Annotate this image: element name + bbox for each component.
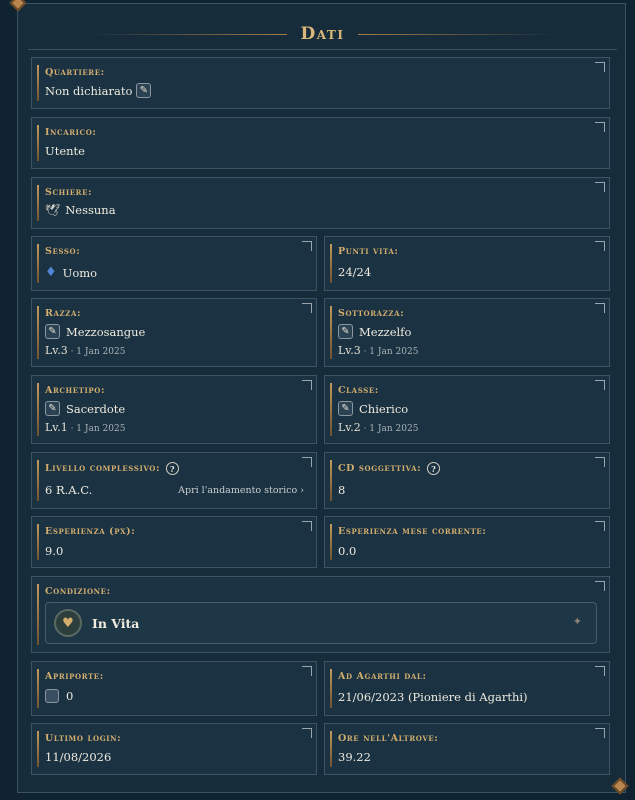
classe-card: Classe: ✎ Chierico Lv.2 · 1 Jan 2025	[324, 375, 610, 444]
archetipo-card: Archetipo: ✎ Sacerdote Lv.1 · 1 Jan 2025	[31, 375, 317, 444]
cd-label-row: CD soggettiva: ?	[338, 462, 441, 475]
apriporte-value: 0	[66, 689, 74, 703]
sottorazza-value: Mezzelfo	[359, 324, 412, 339]
apriporte-label: Apriporte:	[45, 671, 104, 682]
quartiere-card: Quartiere: Non dichiarato ✎	[31, 57, 610, 109]
razza-level: Lv.3	[45, 344, 68, 357]
ore-label: Ore nell'Altrove:	[338, 733, 439, 744]
header-divider-left	[86, 33, 287, 35]
punti-vita-value: 24/24	[338, 265, 372, 279]
header-rule	[28, 49, 617, 50]
schiere-card: Schiere: 🕊 Nessuna	[31, 177, 610, 229]
sottorazza-level: Lv.3	[338, 344, 361, 357]
data-panel: Dati Quartiere: Non dichiarato ✎ Incaric…	[17, 3, 626, 793]
pencil-icon[interactable]: ✎	[338, 401, 353, 416]
apriporte-card: Apriporte: 0	[31, 661, 317, 716]
livello-label-row: Livello complessivo: ?	[45, 462, 180, 475]
livello-label: Livello complessivo:	[45, 463, 161, 474]
esperienza-value: 9.0	[45, 544, 64, 558]
incarico-card: Incarico: Utente	[31, 117, 610, 169]
condizione-label: Condizione:	[45, 586, 111, 597]
esperienza-mese-label: Esperienza mese corrente:	[338, 526, 487, 537]
classe-label: Classe:	[338, 385, 379, 396]
archetipo-value: Sacerdote	[66, 401, 126, 416]
pencil-icon[interactable]: ✎	[136, 83, 152, 98]
sottorazza-level-row: Lv.3 · 1 Jan 2025	[338, 344, 418, 357]
archetipo-value-row: ✎ Sacerdote	[45, 401, 125, 416]
esperienza-mese-card: Esperienza mese corrente: 0.0	[324, 516, 610, 568]
punti-vita-label: Punti vita:	[338, 246, 399, 257]
classe-value-row: ✎ Chierico	[338, 401, 408, 416]
classe-level: Lv.2	[338, 421, 361, 434]
question-icon[interactable]: ?	[166, 462, 180, 475]
sparkle-icon: ✦	[572, 615, 582, 628]
razza-value-row: ✎ Mezzosangue	[45, 324, 145, 339]
sottorazza-value-row: ✎ Mezzelfo	[338, 324, 411, 339]
classe-level-row: Lv.2 · 1 Jan 2025	[338, 421, 418, 434]
incarico-value: Utente	[45, 144, 85, 158]
login-label: Ultimo login:	[45, 733, 122, 744]
sottorazza-date: · 1 Jan 2025	[360, 347, 419, 357]
bird-icon: 🕊	[45, 203, 61, 217]
punti-vita-card: Punti vita: 24/24	[324, 236, 610, 291]
login-card: Ultimo login: 11/08/2026	[31, 723, 317, 775]
schiere-value: Nessuna	[65, 203, 116, 217]
incarico-label: Incarico:	[45, 127, 97, 138]
cd-value: 8	[338, 483, 346, 497]
agarthi-card: Ad Agarthi dal: 21/06/2023 (Pioniere di …	[324, 661, 610, 716]
livello-value: 6 R.A.C.	[45, 483, 93, 497]
sesso-card: Sesso: ♦ Uomo	[31, 236, 317, 291]
apriporte-checkbox[interactable]	[45, 689, 59, 703]
panel-header: Dati	[18, 18, 627, 50]
header-divider-right	[358, 33, 559, 35]
condizione-value: In Vita	[92, 615, 140, 631]
razza-card: Razza: ✎ Mezzosangue Lv.3 · 1 Jan 2025	[31, 298, 317, 367]
agarthi-label: Ad Agarthi dal:	[338, 671, 427, 682]
heart-icon: ♥	[54, 609, 82, 637]
pencil-icon[interactable]: ✎	[45, 401, 60, 416]
razza-date: · 1 Jan 2025	[67, 347, 126, 357]
razza-level-row: Lv.3 · 1 Jan 2025	[45, 344, 125, 357]
quartiere-value-row: Non dichiarato ✎	[45, 83, 152, 98]
esperienza-label: Esperienza (px):	[45, 526, 136, 537]
agarthi-value: 21/06/2023 (Pioniere di Agarthi)	[338, 690, 528, 704]
esperienza-card: Esperienza (px): 9.0	[31, 516, 317, 568]
ore-value: 39.22	[338, 750, 371, 764]
razza-label: Razza:	[45, 308, 82, 319]
archetipo-date: · 1 Jan 2025	[67, 424, 126, 434]
sesso-label: Sesso:	[45, 246, 81, 257]
question-icon[interactable]: ?	[427, 462, 441, 475]
page-title: Dati	[300, 24, 345, 44]
gem-icon: ♦	[45, 265, 57, 280]
esperienza-mese-value: 0.0	[338, 544, 357, 558]
login-value: 11/08/2026	[45, 750, 112, 764]
sesso-value-row: ♦ Uomo	[45, 265, 97, 280]
quartiere-label: Quartiere:	[45, 67, 105, 78]
schiere-value-row: 🕊 Nessuna	[45, 203, 116, 217]
ore-card: Ore nell'Altrove: 39.22	[324, 723, 610, 775]
archetipo-label: Archetipo:	[45, 385, 106, 396]
classe-value: Chierico	[359, 401, 409, 416]
cd-label: CD soggettiva:	[338, 463, 422, 474]
condizione-status[interactable]: ♥ In Vita ✦	[45, 602, 597, 644]
quartiere-value: Non dichiarato	[45, 83, 133, 98]
classe-date: · 1 Jan 2025	[360, 424, 419, 434]
pencil-icon[interactable]: ✎	[45, 324, 60, 339]
sottorazza-card: Sottorazza: ✎ Mezzelfo Lv.3 · 1 Jan 2025	[324, 298, 610, 367]
sottorazza-label: Sottorazza:	[338, 308, 405, 319]
cd-card: CD soggettiva: ? 8	[324, 452, 610, 509]
schiere-label: Schiere:	[45, 187, 93, 198]
andamento-storico-link[interactable]: Apri l'andamento storico ›	[178, 485, 304, 496]
apriporte-value-row: 0	[45, 689, 73, 703]
sesso-value: Uomo	[62, 265, 98, 280]
razza-value: Mezzosangue	[66, 324, 146, 339]
pencil-icon[interactable]: ✎	[338, 324, 353, 339]
archetipo-level: Lv.1	[45, 421, 68, 434]
condizione-card: Condizione: ♥ In Vita ✦	[31, 576, 610, 653]
archetipo-level-row: Lv.1 · 1 Jan 2025	[45, 421, 125, 434]
livello-card: Livello complessivo: ? 6 R.A.C. Apri l'a…	[31, 452, 317, 509]
